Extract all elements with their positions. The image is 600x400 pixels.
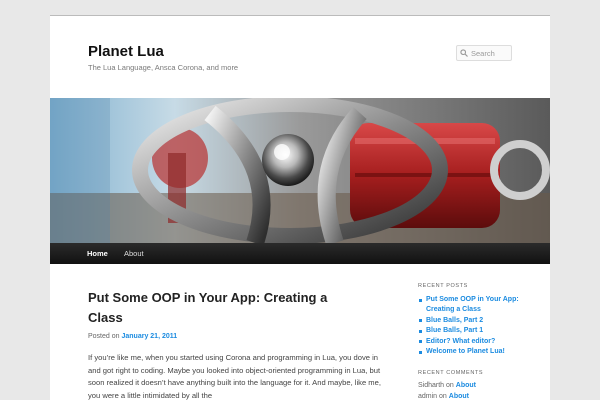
main-navigation: Home About bbox=[50, 243, 550, 264]
recent-post-link[interactable]: Put Some OOP in Your App: Creating a Cla… bbox=[418, 295, 528, 316]
recent-posts-list: Put Some OOP in Your App: Creating a Cla… bbox=[418, 295, 528, 357]
post-meta: Posted on January 21, 2011 bbox=[88, 333, 384, 340]
recent-comment-item: Sidharth on About bbox=[418, 381, 528, 391]
recent-posts-heading: RECENT POSTS bbox=[418, 283, 468, 289]
mechanical-wheel-photo bbox=[50, 98, 550, 243]
posted-on-label: Posted on bbox=[88, 333, 120, 340]
recent-post-link[interactable]: Editor? What editor? bbox=[418, 337, 528, 347]
comment-post-link[interactable]: About bbox=[456, 382, 476, 389]
recent-comments-heading: RECENT COMMENTS bbox=[418, 370, 484, 377]
search-input[interactable] bbox=[471, 47, 511, 59]
site-description: The Lua Language, Ansca Corona, and more bbox=[88, 63, 239, 72]
header-banner-image[interactable] bbox=[50, 98, 550, 243]
search-icon bbox=[460, 49, 468, 57]
site-header: Planet Lua The Lua Language, Ansca Coron… bbox=[50, 16, 550, 98]
recent-post-link[interactable]: Welcome to Planet Lua! bbox=[418, 347, 528, 357]
recent-comments-widget: RECENT COMMENTS Sidharth on About admin … bbox=[418, 370, 528, 400]
comment-author: Sidharth bbox=[418, 382, 445, 390]
sidebar: RECENT POSTS Put Some OOP in Your App: C… bbox=[418, 283, 528, 400]
search-box[interactable] bbox=[456, 45, 512, 61]
post-excerpt: If you’re like me, when you started usin… bbox=[88, 353, 381, 400]
site-title[interactable]: Planet Lua bbox=[88, 43, 164, 60]
post-title[interactable]: Put Some OOP in Your App: Creating a Cla… bbox=[88, 288, 338, 328]
comment-author: admin bbox=[418, 392, 438, 400]
post-date-link[interactable]: January 21, 2011 bbox=[121, 333, 177, 340]
nav-item-about[interactable]: About bbox=[124, 243, 144, 264]
page: Planet Lua The Lua Language, Ansca Coron… bbox=[50, 15, 550, 400]
comment-post-link[interactable]: About bbox=[449, 393, 469, 400]
nav-item-home[interactable]: Home bbox=[87, 243, 108, 264]
recent-comment-item: admin on About bbox=[418, 392, 528, 400]
main-content: Put Some OOP in Your App: Creating a Cla… bbox=[88, 288, 384, 400]
comment-on-label: on bbox=[439, 392, 447, 400]
recent-comments-list: Sidharth on About admin on About bbox=[418, 381, 528, 400]
comment-on-label: on bbox=[446, 382, 454, 390]
recent-post-link[interactable]: Blue Balls, Part 1 bbox=[418, 326, 528, 336]
recent-post-link[interactable]: Blue Balls, Part 2 bbox=[418, 316, 528, 326]
